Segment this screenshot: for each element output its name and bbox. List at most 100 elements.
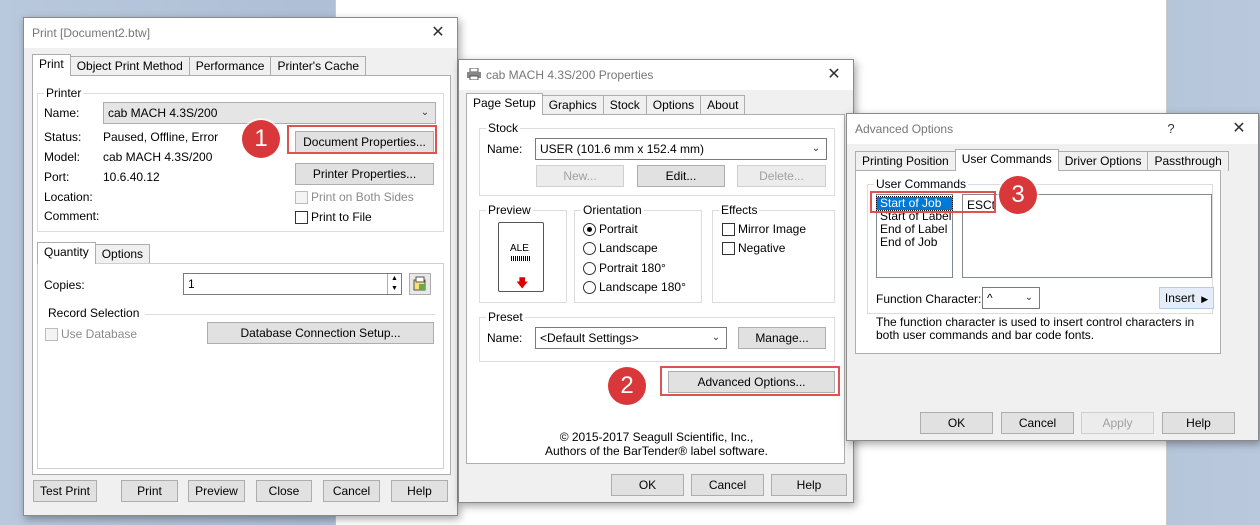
print-dialog: Print [Document2.btw] ✕ Print Object Pri… [23,17,458,516]
manage-preset-button[interactable]: Manage... [738,327,826,349]
printer-name-combo[interactable]: cab MACH 4.3S/200 ⌄ [103,102,436,124]
new-stock-button[interactable]: New... [536,165,624,187]
chevron-down-icon: ⌄ [811,143,821,154]
print-dialog-titlebar[interactable]: Print [Document2.btw] ✕ [24,18,457,48]
database-connection-setup-button[interactable]: Database Connection Setup... [207,322,434,344]
tab-stock[interactable]: Stock [602,95,647,115]
preset-group-label: Preset [486,310,525,324]
print-tabs: Print Object Print Method Performance Pr… [32,54,367,76]
ok-button[interactable]: OK [920,412,993,434]
model-value: cab MACH 4.3S/200 [103,150,213,164]
preview-group-label: Preview [486,203,533,217]
preview-button[interactable]: Preview [188,480,245,502]
help-icon[interactable]: ? [1162,120,1180,138]
tab-about[interactable]: About [700,95,746,115]
cancel-button[interactable]: Cancel [691,474,764,496]
effects-group-label: Effects [719,203,760,217]
tab-graphics[interactable]: Graphics [541,95,604,115]
properties-titlebar[interactable]: cab MACH 4.3S/200 Properties ✕ [459,60,853,90]
tab-page-setup[interactable]: Page Setup [466,93,543,115]
close-icon[interactable]: ✕ [1230,120,1248,138]
insert-button[interactable]: Insert ▶ [1159,287,1214,309]
chevron-down-icon: ⌄ [1024,292,1034,303]
callout-badge-3: 3 [999,176,1037,214]
print-to-file-label: Print to File [311,210,372,224]
stock-name-label: Name: [487,142,523,156]
negative-checkbox[interactable] [722,242,735,255]
print-to-file-checkbox[interactable] [295,211,308,224]
function-character-value: ^ [987,291,993,305]
use-database-checkbox[interactable] [45,328,58,341]
delete-stock-button[interactable]: Delete... [737,165,826,187]
tab-quantity[interactable]: Quantity [37,242,96,264]
copies-spinner[interactable]: ▲ ▼ [387,274,401,294]
tab-print[interactable]: Print [32,54,71,76]
close-icon[interactable]: ✕ [429,24,447,42]
apply-button[interactable]: Apply [1081,412,1154,434]
close-button[interactable]: Close [256,480,312,502]
printer-properties-dialog: cab MACH 4.3S/200 Properties ✕ Page Setu… [458,59,854,503]
tab-user-commands[interactable]: User Commands [954,149,1059,171]
page-setup-panel: Stock Name: USER (101.6 mm x 152.4 mm) ⌄… [466,114,845,464]
copyright-line-1: © 2015-2017 Seagull Scientific, Inc., [559,430,754,444]
use-database-label: Use Database [61,327,138,341]
copies-value: 1 [188,277,195,291]
portrait-180-label: Portrait 180° [599,261,666,275]
barcode-icon [511,256,531,261]
command-text-area[interactable]: ESCt [962,194,1212,278]
ok-button[interactable]: OK [611,474,684,496]
cancel-button[interactable]: Cancel [1001,412,1074,434]
tab-passthrough[interactable]: Passthrough [1147,151,1229,171]
tab-printing-position[interactable]: Printing Position [855,151,956,171]
location-label: Location: [44,190,93,204]
printer-properties-button[interactable]: Printer Properties... [295,163,434,185]
callout-badge-2: 2 [608,367,646,405]
stock-name-value: USER (101.6 mm x 152.4 mm) [540,142,705,156]
help-button[interactable]: Help [391,480,448,502]
function-character-description: The function character is used to insert… [876,315,1195,342]
tab-object-print-method[interactable]: Object Print Method [69,56,190,76]
function-character-combo[interactable]: ^ ⌄ [982,287,1040,309]
printer-name-label: Name: [44,106,80,120]
close-icon[interactable]: ✕ [825,66,843,84]
edit-stock-button[interactable]: Edit... [637,165,725,187]
preset-combo[interactable]: <Default Settings> ⌄ [535,327,727,349]
portrait-label: Portrait [599,222,638,236]
highlight-start-of-job [870,191,996,213]
portrait-radio[interactable] [583,223,596,236]
landscape-180-radio[interactable] [583,281,596,294]
stock-name-combo[interactable]: USER (101.6 mm x 152.4 mm) ⌄ [535,138,827,160]
label-preview: ALE 🡇 [498,222,544,292]
quantity-tabs: Quantity Options [37,242,151,264]
mirror-image-checkbox[interactable] [722,223,735,236]
stock-group-label: Stock [486,121,521,135]
tab-performance[interactable]: Performance [188,56,272,76]
copies-dialog-icon[interactable] [409,273,431,295]
tab-options[interactable]: Options [94,244,151,264]
properties-tabs: Page Setup Graphics Stock Options About [466,93,746,115]
cancel-button[interactable]: Cancel [323,480,380,502]
help-button[interactable]: Help [771,474,847,496]
tab-driver-options[interactable]: Driver Options [1057,151,1149,171]
copies-label: Copies: [44,278,85,292]
callout-badge-1: 1 [242,120,280,158]
advanced-tabs: Printing Position User Commands Driver O… [855,149,1229,171]
list-item-end-of-job[interactable]: End of Job [877,236,952,249]
help-button[interactable]: Help [1162,412,1235,434]
tab-printers-cache[interactable]: Printer's Cache [270,56,367,76]
print-button[interactable]: Print [121,480,178,502]
landscape-radio[interactable] [583,242,596,255]
copyright-line-2: Authors of the BarTender® label software… [545,444,768,458]
tab-options[interactable]: Options [645,95,702,115]
advanced-titlebar[interactable]: Advanced Options ? ✕ [847,114,1258,144]
highlight-document-properties [287,125,437,154]
copies-input[interactable]: 1 [183,273,402,295]
test-print-button[interactable]: Test Print [33,480,97,502]
insert-label: Insert [1164,291,1195,305]
chevron-down-icon: ⌄ [420,107,430,118]
advanced-title: Advanced Options [855,122,954,136]
portrait-180-radio[interactable] [583,262,596,275]
print-both-sides-checkbox[interactable] [295,191,308,204]
highlight-advanced-options [660,366,840,396]
print-both-sides-label: Print on Both Sides [311,190,414,204]
